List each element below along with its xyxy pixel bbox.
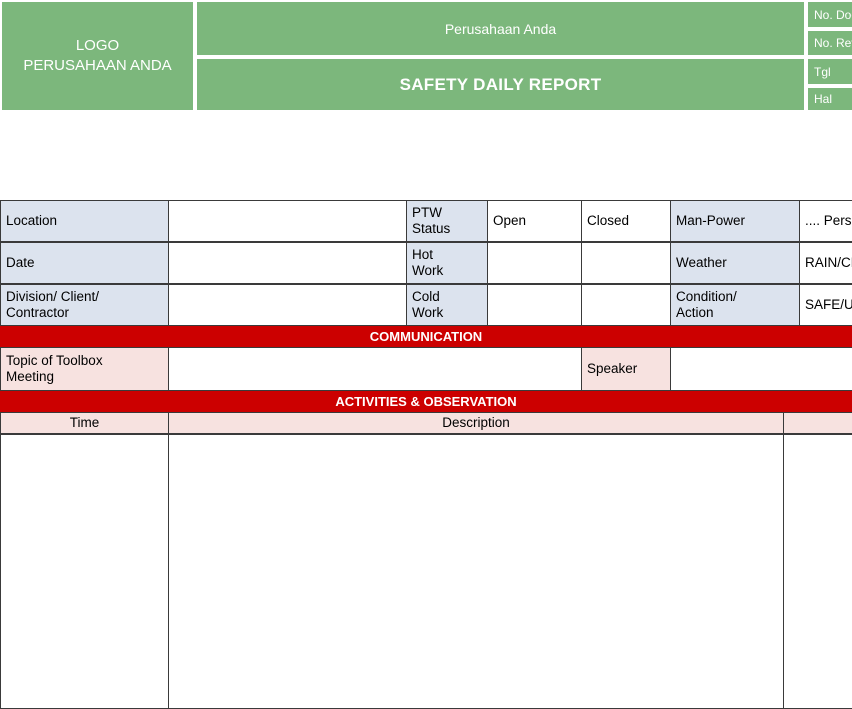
input-hot-work-closed[interactable] [581,242,671,284]
label-ptw-status: PTW Status [406,200,488,242]
value-weather[interactable]: RAIN/CLOUDY [799,242,852,284]
column-header-description: Description [168,412,784,434]
company-name-cell: Perusahaan Anda [195,0,806,57]
label-division-client-contractor: Division/ Client/ Contractor [0,284,169,326]
banner-activities-observation: ACTIVITIES & OBSERVATION [0,391,852,412]
label-man-power: Man-Power [670,200,800,242]
activities-body-extra[interactable] [783,434,852,709]
meta-no-doc: No. Doc [806,0,852,29]
safety-daily-report-page: LOGO PERUSAHAAN ANDA Perusahaan Anda SAF… [0,0,852,709]
column-header-time: Time [0,412,169,434]
meta-tgl: Tgl [806,57,852,86]
activities-body-time[interactable] [0,434,169,709]
label-topic-of-toolbox-meeting: Topic of Toolbox Meeting [0,347,169,391]
input-division-client-contractor[interactable] [168,284,407,326]
input-date[interactable] [168,242,407,284]
label-ptw-open: Open [487,200,582,242]
logo-line-2: PERUSAHAAN ANDA [23,57,172,74]
report-header: LOGO PERUSAHAAN ANDA Perusahaan Anda SAF… [0,0,852,112]
label-weather: Weather [670,242,800,284]
input-cold-work-open[interactable] [487,284,582,326]
input-topic-of-toolbox-meeting[interactable] [168,347,582,391]
label-cold-work: Cold Work [406,284,488,326]
report-title: SAFETY DAILY REPORT [195,57,806,112]
input-cold-work-closed[interactable] [581,284,671,326]
input-location[interactable] [168,200,407,242]
label-ptw-closed: Closed [581,200,671,242]
label-date: Date [0,242,169,284]
label-location: Location [0,200,169,242]
value-condition-action[interactable]: SAFE/UNSAFE [799,284,852,326]
meta-hal: Hal [806,86,852,112]
input-hot-work-open[interactable] [487,242,582,284]
company-logo-cell: LOGO PERUSAHAAN ANDA [0,0,195,112]
column-header-extra [783,412,852,434]
label-hot-work: Hot Work [406,242,488,284]
banner-communication: COMMUNICATION [0,326,852,347]
value-man-power[interactable]: .... Person [799,200,852,242]
logo-line-1: LOGO [75,37,120,54]
meta-no-rev: No. Rev [806,29,852,57]
activities-body-description[interactable] [168,434,784,709]
label-condition-action: Condition/ Action [670,284,800,326]
label-speaker: Speaker [581,347,671,391]
input-speaker[interactable] [670,347,852,391]
